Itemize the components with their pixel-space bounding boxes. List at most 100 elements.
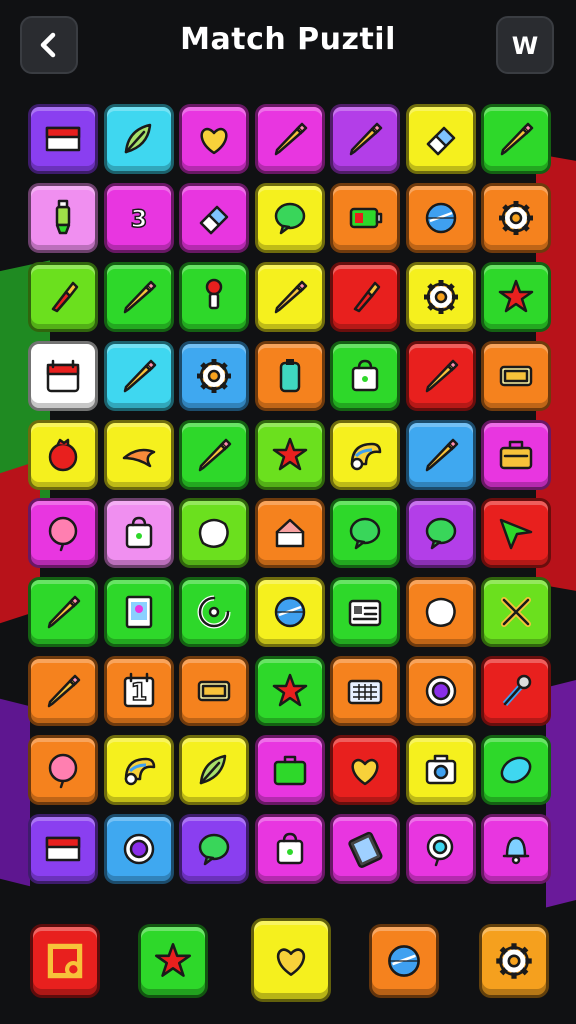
eraser-icon [426,126,455,156]
menu-button[interactable]: W [496,16,554,74]
game-tile[interactable] [103,419,174,490]
game-tile[interactable] [254,182,325,253]
game-tile[interactable]: 1 [103,656,174,727]
toolbox-icon [499,440,533,469]
arrow-icon [499,519,533,550]
game-tile[interactable] [481,340,551,411]
game-tile[interactable] [330,104,400,174]
game-tile[interactable] [103,261,174,332]
bag-icon [276,832,303,865]
heart-tool-button[interactable] [251,918,331,1002]
game-tile[interactable]: 3 [103,182,174,253]
game-tile[interactable] [330,735,400,806]
game-tile[interactable] [481,182,551,253]
game-tile[interactable] [330,577,400,648]
game-tile[interactable] [254,340,325,411]
pencil-icon [274,122,307,156]
game-tile[interactable] [254,814,325,885]
star-tool-button[interactable] [138,924,208,998]
game-tile[interactable] [481,577,551,648]
game-tile[interactable] [179,104,249,174]
game-tile[interactable] [330,498,400,569]
gear-icon [423,279,458,314]
game-tile[interactable] [179,656,249,727]
gear-icon [499,200,533,235]
game-tile[interactable] [103,340,174,411]
game-tile[interactable] [254,261,325,332]
game-tile[interactable] [481,656,551,727]
game-tile[interactable] [330,656,400,727]
game-tile[interactable] [179,577,249,648]
compass-tool-button[interactable] [369,924,439,998]
game-tile[interactable] [405,419,476,490]
bottom-toolbar [0,916,576,1006]
game-tile[interactable] [179,261,249,332]
game-tile[interactable] [28,498,98,569]
game-tile[interactable] [179,182,249,253]
battery-icon [349,207,383,229]
game-tile[interactable] [330,182,400,253]
game-tile[interactable] [405,182,476,253]
game-tile[interactable] [179,814,249,885]
game-tile[interactable] [103,735,174,806]
game-tile[interactable] [405,340,476,411]
ball-icon [48,438,78,471]
game-tile[interactable] [179,498,249,569]
game-tile[interactable] [254,577,325,648]
flag-icon [45,836,81,862]
game-tile[interactable] [103,814,174,885]
game-tile[interactable] [28,814,98,885]
game-tile[interactable] [481,814,551,885]
game-tile[interactable] [179,419,249,490]
pencil-icon [47,596,81,629]
game-tile[interactable] [481,419,551,490]
star-icon [272,673,307,707]
game-tile[interactable] [405,577,476,648]
game-tile[interactable] [28,656,98,727]
game-tile[interactable] [103,498,174,569]
speech-bubble-icon [425,518,456,550]
settings-button[interactable] [479,924,549,998]
frame-tool-button[interactable] [30,924,100,998]
flag-icon [45,126,81,152]
game-tile[interactable] [179,340,249,411]
pencil-icon [274,280,307,314]
game-tile[interactable] [481,104,551,174]
game-tile[interactable] [254,419,325,490]
game-tile[interactable] [330,419,400,490]
search-icon [426,833,453,867]
game-tile[interactable] [330,261,400,332]
game-tile[interactable] [28,182,98,253]
game-tile[interactable] [405,498,476,569]
brush-icon [51,281,79,313]
game-tile[interactable] [28,104,98,174]
game-tile[interactable] [405,104,476,174]
gear-icon [197,358,231,393]
globe-icon [388,945,420,977]
game-tile[interactable] [405,656,476,727]
game-tile[interactable] [179,735,249,806]
game-tile[interactable] [481,735,551,806]
game-tile[interactable] [405,814,476,885]
game-tile[interactable] [28,577,98,648]
game-tile[interactable] [28,261,98,332]
game-tile[interactable] [254,498,325,569]
clipboard-icon [279,358,300,392]
game-tile[interactable] [28,735,98,806]
game-tile[interactable] [330,340,400,411]
game-tile[interactable] [254,104,325,174]
svg-text:3: 3 [130,205,147,233]
game-tile[interactable] [254,656,325,727]
game-tile[interactable] [254,735,325,806]
game-tile[interactable] [481,498,551,569]
game-tile[interactable] [28,419,98,490]
game-tile[interactable] [405,261,476,332]
pencil-icon [500,122,534,156]
game-tile[interactable] [103,577,174,648]
game-tile[interactable] [405,735,476,806]
game-tile[interactable] [103,104,174,174]
briefcase-icon [273,755,306,786]
game-tile[interactable] [481,261,551,332]
game-tile[interactable] [28,340,98,411]
game-tile[interactable] [330,814,400,885]
